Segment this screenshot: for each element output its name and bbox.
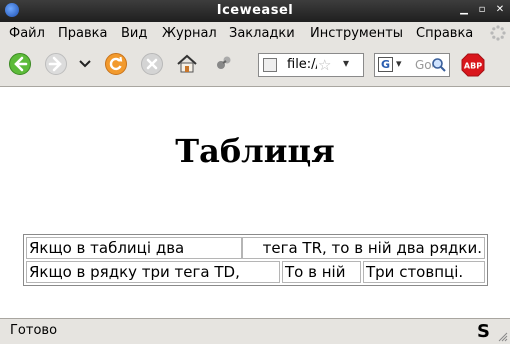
maximize-icon[interactable]: ▫: [476, 4, 488, 16]
close-icon[interactable]: ✕: [494, 4, 506, 16]
back-icon[interactable]: [8, 52, 32, 76]
menu-file[interactable]: Файл: [9, 26, 45, 41]
menu-edit[interactable]: Правка: [58, 26, 107, 41]
svg-text:ABP: ABP: [464, 62, 482, 71]
url-dropdown-icon[interactable]: ▾: [343, 56, 349, 70]
menu-view[interactable]: Вид: [121, 26, 147, 41]
forward-icon[interactable]: [44, 52, 68, 76]
page-content: Таблиця Якщо в таблиці два тега TR, то в…: [0, 87, 510, 318]
home-icon[interactable]: [175, 52, 199, 76]
adblock-plus-icon[interactable]: ABP: [461, 53, 485, 77]
search-engine-dropdown-icon[interactable]: ▾: [396, 57, 402, 70]
status-bar: Готово S: [0, 318, 510, 344]
page-heading: Таблиця: [175, 132, 335, 170]
throbber-icon: [490, 25, 506, 41]
history-dropdown-icon[interactable]: [78, 58, 92, 70]
menu-history[interactable]: Журнал: [162, 26, 217, 41]
search-engine-icon[interactable]: G: [378, 57, 393, 72]
url-bar[interactable]: file:/// ☆ ▾: [258, 53, 364, 77]
table-cell: Якщо в рядку три тега TD,: [26, 261, 280, 283]
search-bar[interactable]: G ▾ Google: [374, 53, 450, 77]
minimize-icon[interactable]: ▁: [458, 4, 470, 16]
table-cell: То в ній: [282, 261, 361, 283]
site-identity-icon[interactable]: [263, 58, 277, 72]
menu-tools[interactable]: Инструменты: [310, 26, 403, 41]
window-titlebar: Iceweasel ▁ ▫ ✕: [0, 0, 510, 22]
extension-status-icon[interactable]: S: [477, 321, 490, 342]
resize-grip-icon[interactable]: [498, 332, 508, 342]
menu-bookmarks[interactable]: Закладки: [229, 26, 295, 41]
search-icon[interactable]: [431, 57, 447, 73]
menu-help[interactable]: Справка: [416, 26, 473, 41]
content-table: Якщо в таблиці два тега TR, то в ній два…: [23, 234, 488, 286]
bookmark-star-icon[interactable]: ☆: [318, 56, 331, 74]
plugin-icon[interactable]: [213, 52, 235, 74]
status-text: Готово: [10, 323, 58, 338]
url-text[interactable]: file:///: [287, 57, 317, 72]
reload-icon[interactable]: [104, 52, 128, 76]
table-cell: Якщо в таблиці два: [26, 237, 242, 259]
stop-icon[interactable]: [140, 52, 164, 76]
table-cell: тега TR, то в ній два рядки.: [242, 237, 485, 259]
navigation-toolbar: file:/// ☆ ▾ G ▾ Google ABP: [0, 44, 510, 87]
window-title: Iceweasel: [216, 3, 294, 18]
table-cell: Три стовпці.: [363, 261, 485, 283]
menu-bar: Файл Правка Вид Журнал Закладки Инструме…: [0, 22, 510, 44]
